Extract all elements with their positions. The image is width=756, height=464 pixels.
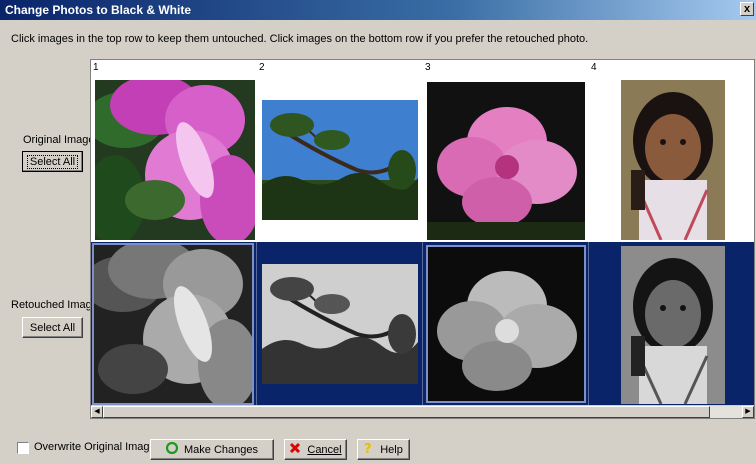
retouched-cell-3[interactable] <box>423 242 589 406</box>
original-cell-2[interactable]: 2 <box>257 60 423 242</box>
photo-number-1: 1 <box>93 62 99 73</box>
original-cell-3[interactable]: 3 <box>423 60 589 242</box>
flower-photo-bw-icon <box>93 244 253 404</box>
cancel-button[interactable]: Cancel <box>284 439 347 460</box>
original-cell-1[interactable]: 1 <box>91 60 257 242</box>
photo-number-4: 4 <box>591 62 597 73</box>
close-icon: x <box>743 3 751 15</box>
original-row: 1 2 3 4 <box>91 60 754 242</box>
title-bar: Change Photos to Black & White x <box>0 0 756 20</box>
instructions-text: Click images in the top row to keep them… <box>11 33 589 45</box>
flower-photo-icon <box>95 80 255 240</box>
retouched-cell-1[interactable] <box>91 242 257 406</box>
retouched-row <box>91 242 754 406</box>
retouched-photo-2[interactable] <box>262 264 418 384</box>
retouched-photo-3[interactable] <box>426 245 586 403</box>
original-select-all-label: Select All <box>26 154 79 169</box>
original-photo-1[interactable] <box>95 80 255 240</box>
green-circle-icon <box>165 441 179 457</box>
overwrite-label: Overwrite Original Image <box>34 441 156 453</box>
scroll-left-button[interactable]: ◀ <box>91 406 103 418</box>
retouched-cell-2[interactable] <box>257 242 423 406</box>
original-photo-2[interactable] <box>262 100 418 220</box>
flower-photo-bw-icon <box>427 246 585 402</box>
retouched-select-all-label: Select All <box>29 321 76 334</box>
retouched-select-all-button[interactable]: Select All <box>22 317 83 338</box>
photo-number-2: 2 <box>259 62 265 73</box>
make-changes-label: Make Changes <box>184 443 258 456</box>
make-changes-button[interactable]: Make Changes <box>150 439 274 460</box>
portrait-photo-icon <box>621 80 725 240</box>
retouched-photo-4[interactable] <box>621 246 725 404</box>
overwrite-checkbox[interactable] <box>17 442 29 454</box>
tree-photo-icon <box>262 100 418 220</box>
window-title: Change Photos to Black & White <box>5 3 192 17</box>
horizontal-scrollbar[interactable]: ◀ ▶ <box>91 405 754 418</box>
help-button[interactable]: ? Help <box>357 439 410 460</box>
retouched-photo-1[interactable] <box>92 243 254 405</box>
portrait-photo-bw-icon <box>621 246 725 404</box>
scroll-right-button[interactable]: ▶ <box>742 406 754 418</box>
cancel-label: Cancel <box>307 443 342 456</box>
retouched-image-label: Retouched Image: <box>11 299 101 311</box>
original-photo-4[interactable] <box>621 80 725 240</box>
scroll-thumb[interactable] <box>103 406 710 418</box>
original-photo-3[interactable] <box>427 82 585 240</box>
close-button[interactable]: x <box>740 2 754 16</box>
flower-photo-icon <box>427 82 585 240</box>
original-cell-4[interactable]: 4 <box>589 60 754 242</box>
help-label: Help <box>380 443 403 456</box>
red-x-icon <box>289 442 301 457</box>
tree-photo-bw-icon <box>262 264 418 384</box>
original-image-label: Original Image: <box>23 134 98 146</box>
yellow-question-icon: ? <box>364 442 374 457</box>
photo-number-3: 3 <box>425 62 431 73</box>
original-select-all-button[interactable]: Select All <box>22 151 83 172</box>
photo-grid: 1 2 3 4 ◀ ▶ <box>90 59 755 419</box>
retouched-cell-4[interactable] <box>589 242 754 406</box>
svg-text:?: ? <box>364 442 372 454</box>
